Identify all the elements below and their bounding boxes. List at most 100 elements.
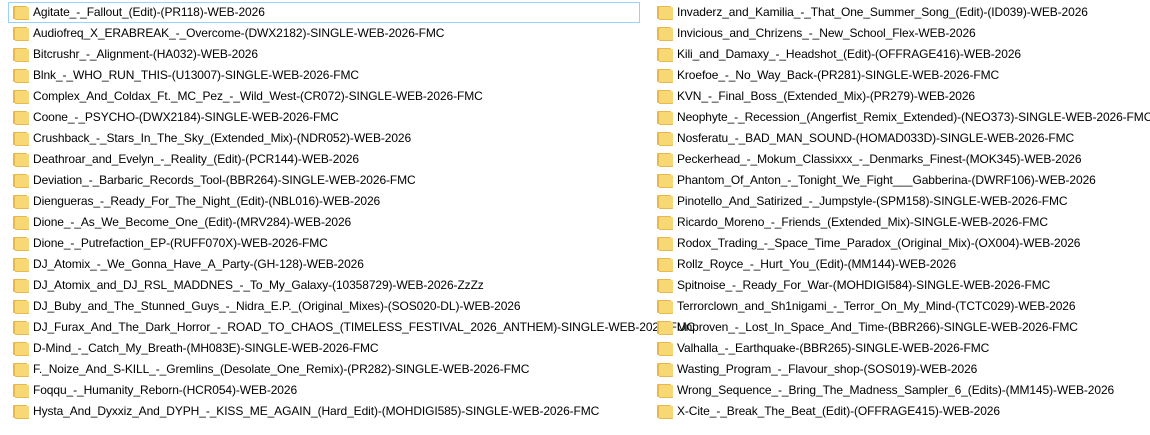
folder-item[interactable]: Foqqu_-_Humanity_Reborn-(HCR054)-WEB-202… (8, 380, 640, 401)
folder-item[interactable]: KVN_-_Final_Boss_(Extended_Mix)-(PR279)-… (652, 86, 1122, 107)
folder-name: Deathroar_and_Evelyn_-_Reality_(Edit)-(P… (33, 152, 359, 166)
folder-name: DJ_Atomix_-_We_Gonna_Have_A_Party-(GH-12… (33, 257, 364, 271)
folder-icon (657, 194, 673, 209)
folder-name: DJ_Furax_And_The_Dark_Horror_-_ROAD_TO_C… (33, 320, 696, 334)
folder-item[interactable]: Coone_-_PSYCHO-(DWX2184)-SINGLE-WEB-2026… (8, 107, 640, 128)
folder-icon (13, 383, 29, 398)
folder-item[interactable]: Hysta_And_Dyxxiz_And_DYPH_-_KISS_ME_AGAI… (8, 401, 640, 422)
folder-item[interactable]: Audiofreq_X_ERABREAK_-_Overcome-(DWX2182… (8, 23, 640, 44)
folder-icon (13, 131, 29, 146)
folder-item[interactable]: Valhalla_-_Earthquake-(BBR265)-SINGLE-WE… (652, 338, 1122, 359)
folder-icon (657, 341, 673, 356)
folder-name: D-Mind_-_Catch_My_Breath-(MH083E)-SINGLE… (33, 341, 379, 355)
folder-icon (13, 236, 29, 251)
folder-item[interactable]: DJ_Furax_And_The_Dark_Horror_-_ROAD_TO_C… (8, 317, 695, 338)
folder-item[interactable]: DJ_Atomix_and_DJ_RSL_MADDNES_-_To_My_Gal… (8, 275, 640, 296)
folder-icon (13, 173, 29, 188)
folder-icon (657, 215, 673, 230)
folder-icon (13, 341, 29, 356)
folder-item[interactable]: Peckerhead_-_Mokum_Classixxx_-_Denmarks_… (652, 149, 1122, 170)
folder-name: Coone_-_PSYCHO-(DWX2184)-SINGLE-WEB-2026… (33, 110, 339, 124)
folder-name: Kroefoe_-_No_Way_Back-(PR281)-SINGLE-WEB… (677, 68, 1000, 82)
folder-icon (13, 47, 29, 62)
folder-item[interactable]: F._Noize_And_S-KILL_-_Gremlins_(Desolate… (8, 359, 640, 380)
folder-name: Valhalla_-_Earthquake-(BBR265)-SINGLE-WE… (677, 341, 990, 355)
folder-name: Dione_-_As_We_Become_One_(Edit)-(MRV284)… (33, 215, 352, 229)
folder-item[interactable]: Agitate_-_Fallout_(Edit)-(PR118)-WEB-202… (8, 2, 640, 23)
folder-item[interactable]: DJ_Buby_and_The_Stunned_Guys_-_Nidra_E.P… (8, 296, 640, 317)
folder-icon (13, 5, 29, 20)
folder-name: Ricardo_Moreno_-_Friends_(Extended_Mix)-… (677, 215, 1048, 229)
folder-icon (657, 236, 673, 251)
folder-icon (657, 131, 673, 146)
folder-item[interactable]: Kili_and_Damaxy_-_Headshot_(Edit)-(OFFRA… (652, 44, 1122, 65)
folder-item[interactable]: X-Cite_-_Break_The_Beat_(Edit)-(OFFRAGE4… (652, 401, 1122, 422)
folder-name: Blnk_-_WHO_RUN_THIS-(U13007)-SINGLE-WEB-… (33, 68, 359, 82)
folder-icon (657, 89, 673, 104)
folder-item[interactable]: Deviation_-_Barbaric_Records_Tool-(BBR26… (8, 170, 640, 191)
folder-item[interactable]: DJ_Atomix_-_We_Gonna_Have_A_Party-(GH-12… (8, 254, 640, 275)
folder-name: Complex_And_Coldax_Ft._MC_Pez_-_Wild_Wes… (33, 89, 483, 103)
folder-icon (13, 278, 29, 293)
folder-name: Nosferatu_-_BAD_MAN_SOUND-(HOMAD033D)-SI… (677, 131, 1075, 145)
folder-icon (13, 299, 29, 314)
folder-item[interactable]: Pinotello_And_Satirized_-_Jumpstyle-(SPM… (652, 191, 1122, 212)
folder-name: Spitnoise_-_Ready_For_War-(MOHDIGI584)-S… (677, 278, 1051, 292)
folder-item[interactable]: Complex_And_Coldax_Ft._MC_Pez_-_Wild_Wes… (8, 86, 640, 107)
folder-icon (13, 26, 29, 41)
folder-item[interactable]: Kroefoe_-_No_Way_Back-(PR281)-SINGLE-WEB… (652, 65, 1122, 86)
folder-item[interactable]: Invaderz_and_Kamilia_-_That_One_Summer_S… (652, 2, 1122, 23)
folder-icon (13, 68, 29, 83)
folder-icon (657, 5, 673, 20)
folder-name: Neophyte_-_Recession_(Angerfist_Remix_Ex… (677, 110, 1150, 124)
folder-item[interactable]: Blnk_-_WHO_RUN_THIS-(U13007)-SINGLE-WEB-… (8, 65, 640, 86)
folder-icon (657, 68, 673, 83)
folder-icon (13, 215, 29, 230)
folder-item[interactable]: Wrong_Sequence_-_Bring_The_Madness_Sampl… (652, 380, 1122, 401)
folder-name: X-Cite_-_Break_The_Beat_(Edit)-(OFFRAGE4… (677, 404, 1000, 418)
folder-name: Pinotello_And_Satirized_-_Jumpstyle-(SPM… (677, 194, 1068, 208)
folder-item[interactable]: Rollz_Royce_-_Hurt_You_(Edit)-(MM144)-WE… (652, 254, 1122, 275)
folder-name: Wasting_Program_-_Flavour_shop-(SOS019)-… (677, 362, 978, 376)
folder-icon (13, 404, 29, 419)
file-list-column-right: Invaderz_and_Kamilia_-_That_One_Summer_S… (652, 2, 1150, 422)
folder-icon (657, 110, 673, 125)
folder-name: Kili_and_Damaxy_-_Headshot_(Edit)-(OFFRA… (677, 47, 1021, 61)
folder-name: Deviation_-_Barbaric_Records_Tool-(BBR26… (33, 173, 416, 187)
folder-icon (657, 257, 673, 272)
folder-item[interactable]: Diengueras_-_Ready_For_The_Night_(Edit)-… (8, 191, 640, 212)
folder-name: KVN_-_Final_Boss_(Extended_Mix)-(PR279)-… (677, 89, 975, 103)
folder-icon (657, 299, 673, 314)
folder-icon (657, 47, 673, 62)
folder-item[interactable]: Dione_-_As_We_Become_One_(Edit)-(MRV284)… (8, 212, 640, 233)
folder-icon (657, 152, 673, 167)
folder-icon (657, 320, 673, 335)
folder-item[interactable]: Invicious_and_Chrizens_-_New_School_Flex… (652, 23, 1122, 44)
folder-name: Crushback_-_Stars_In_The_Sky_(Extended_M… (33, 131, 412, 145)
folder-item[interactable]: Crushback_-_Stars_In_The_Sky_(Extended_M… (8, 128, 640, 149)
folder-icon (13, 110, 29, 125)
folder-item[interactable]: Spitnoise_-_Ready_For_War-(MOHDIGI584)-S… (652, 275, 1122, 296)
folder-icon (13, 89, 29, 104)
folder-name: DJ_Atomix_and_DJ_RSL_MADDNES_-_To_My_Gal… (33, 278, 484, 292)
folder-icon (657, 26, 673, 41)
folder-icon (13, 257, 29, 272)
folder-item[interactable]: Terrorclown_and_Sh1nigami_-_Terror_On_My… (652, 296, 1122, 317)
folder-item[interactable]: Bitcrushr_-_Alignment-(HA032)-WEB-2026 (8, 44, 640, 65)
folder-icon (657, 173, 673, 188)
folder-item[interactable]: Wasting_Program_-_Flavour_shop-(SOS019)-… (652, 359, 1122, 380)
folder-item[interactable]: Deathroar_and_Evelyn_-_Reality_(Edit)-(P… (8, 149, 640, 170)
folder-item[interactable]: Nosferatu_-_BAD_MAN_SOUND-(HOMAD033D)-SI… (652, 128, 1122, 149)
folder-name: Diengueras_-_Ready_For_The_Night_(Edit)-… (33, 194, 381, 208)
folder-item[interactable]: Unproven_-_Lost_In_Space_And_Time-(BBR26… (652, 317, 1122, 338)
folder-item[interactable]: Ricardo_Moreno_-_Friends_(Extended_Mix)-… (652, 212, 1122, 233)
folder-name: Foqqu_-_Humanity_Reborn-(HCR054)-WEB-202… (33, 383, 298, 397)
folder-item[interactable]: Neophyte_-_Recession_(Angerfist_Remix_Ex… (652, 107, 1150, 128)
folder-name: Hysta_And_Dyxxiz_And_DYPH_-_KISS_ME_AGAI… (33, 404, 600, 418)
folder-item[interactable]: Rodox_Trading_-_Space_Time_Paradox_(Orig… (652, 233, 1122, 254)
folder-icon (657, 404, 673, 419)
folder-item[interactable]: D-Mind_-_Catch_My_Breath-(MH083E)-SINGLE… (8, 338, 640, 359)
folder-item[interactable]: Phantom_Of_Anton_-_Tonight_We_Fight___Ga… (652, 170, 1122, 191)
folder-item[interactable]: Dione_-_Putrefaction_EP-(RUFF070X)-WEB-2… (8, 233, 640, 254)
folder-icon (13, 152, 29, 167)
